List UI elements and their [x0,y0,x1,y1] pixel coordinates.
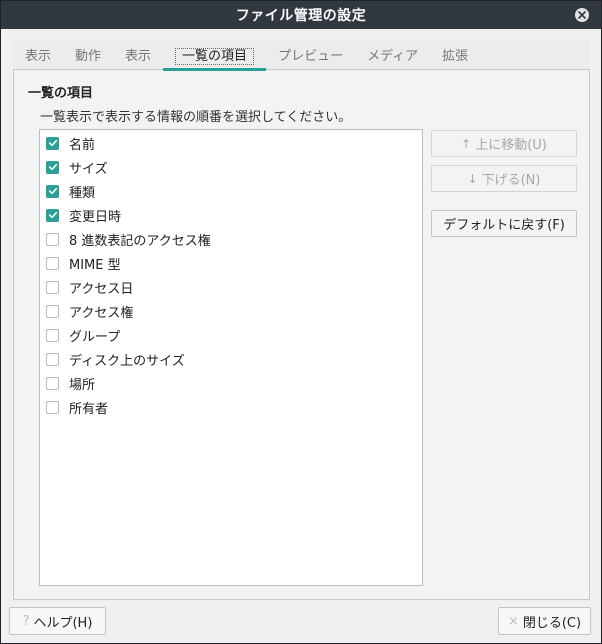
close-button[interactable]: × 閉じる(C) [498,607,591,635]
list-item[interactable]: 所有者 [46,395,108,419]
column-list[interactable]: 名前サイズ種類変更日時 8 進数表記のアクセス権 MIME 型アクセス日アクセス権グ… [39,129,423,586]
checkbox-unchecked[interactable] [46,400,59,414]
list-item-label: 所有者 [69,401,109,417]
instruction-text: 一覧表示で表示する情報の順番を選択してください。 [40,110,352,125]
close-x-icon: × [507,613,519,629]
arrow-up-icon: ↑ [461,136,472,151]
list-item-label: MIME 型 [69,257,121,273]
list-item[interactable]: アクセス権 [46,299,133,323]
tab-behavior[interactable]: 動作 [63,40,113,70]
check-icon [48,212,57,219]
checkbox-unchecked[interactable] [46,280,59,294]
tab-display[interactable]: 表示 [113,40,163,70]
list-item-label: アクセス日 [69,281,134,297]
list-item[interactable]: サイズ [46,155,108,179]
list-item-label: ディスク上のサイズ [69,353,185,369]
checkbox-checked[interactable] [46,184,59,198]
tab-label: メディア [367,49,419,64]
checkbox-unchecked[interactable] [46,256,59,270]
close-icon[interactable] [575,8,589,22]
list-item[interactable]: 場所 [46,371,95,395]
move-down-button[interactable]: ↓ 下げる(N) [431,165,577,192]
tab-extensions[interactable]: 拡張 [430,40,480,70]
help-button[interactable]: ? ヘルプ(H) [9,607,106,635]
move-down-label: 下げる(N) [481,173,541,188]
checkbox-checked[interactable] [46,160,59,174]
list-item[interactable]: ディスク上のサイズ [46,347,185,371]
close-label: 閉じる(C) [522,615,582,631]
list-item-label: 変更日時 [69,209,122,225]
tab-preview[interactable]: プレビュー [266,40,355,70]
list-item[interactable]: 8 進数表記のアクセス権 [46,227,211,251]
reset-default-label: デフォルトに戻す(F) [443,218,565,233]
reset-default-button[interactable]: デフォルトに戻す(F) [431,210,577,237]
list-item-label: 8 進数表記のアクセス権 [69,233,211,249]
preferences-dialog: ファイル管理の設定 表示 動作 表示 一覧の項目 プレビュー メディア 拡張 一… [0,0,602,644]
title-bar: ファイル管理の設定 [1,1,601,29]
tab-media[interactable]: メディア [355,40,430,70]
list-item-label: サイズ [69,161,108,177]
check-icon [48,188,57,195]
list-item-label: 場所 [69,377,96,393]
section-title: 一覧の項目 [28,86,94,101]
list-item[interactable]: MIME 型 [46,251,121,275]
checkbox-unchecked[interactable] [46,352,59,366]
list-item-label: アクセス権 [69,305,134,321]
tab-label: 表示 [125,49,152,64]
tab-label: 表示 [25,49,52,64]
help-icon: ? [22,613,30,629]
window-title: ファイル管理の設定 [235,8,367,24]
tab-view[interactable]: 表示 [13,40,63,70]
list-item[interactable]: 変更日時 [46,203,121,227]
list-item[interactable]: グループ [46,323,120,347]
move-up-button[interactable]: ↑ 上に移動(U) [431,130,577,157]
help-label: ヘルプ(H) [33,615,93,631]
tab-label: 一覧の項目 [175,48,255,65]
list-item[interactable]: アクセス日 [46,275,133,299]
checkbox-unchecked[interactable] [46,304,59,318]
list-item[interactable]: 名前 [46,131,95,155]
move-up-label: 上に移動(U) [475,138,547,153]
check-icon [48,140,57,147]
tab-label: 動作 [75,49,102,64]
checkbox-unchecked[interactable] [46,232,59,246]
checkbox-unchecked[interactable] [46,376,59,390]
tab-label: 拡張 [442,49,469,64]
list-item-label: 種類 [69,185,96,201]
list-item-label: 名前 [69,137,96,153]
list-item-label: グループ [69,329,121,345]
checkbox-unchecked[interactable] [46,328,59,342]
checkbox-checked[interactable] [46,136,59,150]
tab-bar: 表示 動作 表示 一覧の項目 プレビュー メディア 拡張 [13,40,590,71]
checkbox-checked[interactable] [46,208,59,222]
check-icon [48,164,57,171]
arrow-down-icon: ↓ [467,171,478,186]
tab-label: プレビュー [278,49,344,64]
list-item[interactable]: 種類 [46,179,95,203]
tab-list-columns[interactable]: 一覧の項目 [163,40,267,71]
